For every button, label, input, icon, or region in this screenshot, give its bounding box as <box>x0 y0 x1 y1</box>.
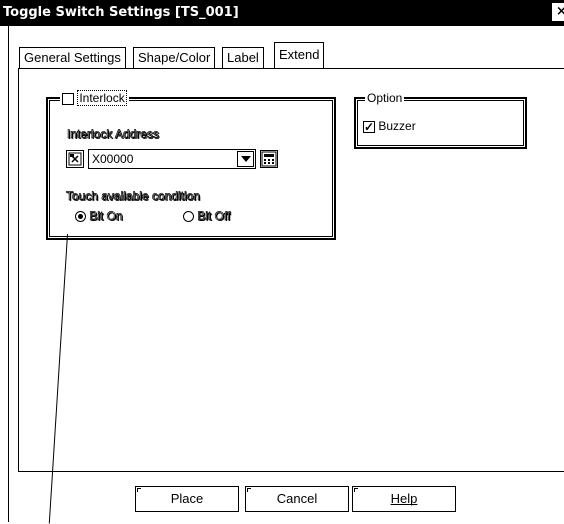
buzzer-label: Buzzer <box>378 119 416 133</box>
radio-bit-off[interactable]: Bit Off <box>183 209 231 224</box>
radio-bit-on-indicator[interactable] <box>75 211 86 223</box>
tab-label[interactable]: Label <box>222 47 264 68</box>
touch-condition-label: Touch available condition <box>66 189 201 204</box>
tab-extend[interactable]: Extend <box>274 42 325 69</box>
annotation-pointer-line <box>48 234 68 524</box>
cancel-button[interactable]: Cancel <box>245 486 349 512</box>
interlock-address-label: Interlock Address <box>67 127 160 142</box>
tab-panel-bottom-border <box>18 471 564 472</box>
help-button[interactable]: Help <box>352 486 456 512</box>
title-bar[interactable]: Toggle Switch Settings [TS_001] × <box>0 0 564 26</box>
radio-bit-on-label: Bit On <box>89 209 123 224</box>
interlock-address-combo[interactable]: X00000 <box>88 149 256 169</box>
buzzer-checkbox-container[interactable]: ✓ Buzzer <box>363 119 416 133</box>
radio-bit-on[interactable]: Bit On <box>75 209 123 223</box>
buzzer-checkbox[interactable]: ✓ <box>363 119 375 134</box>
close-button[interactable]: × <box>552 3 564 21</box>
interlock-checkbox-container[interactable]: Interlock <box>60 90 129 106</box>
window-title: Toggle Switch Settings [TS_001] <box>3 5 239 20</box>
interlock-checkbox-label: Interlock <box>77 90 127 106</box>
tab-panel-top-border <box>18 68 564 69</box>
tab-general-settings[interactable]: General Settings <box>19 47 126 68</box>
window-frame-left <box>8 26 9 522</box>
check-icon: ✓ <box>364 119 375 134</box>
place-button[interactable]: Place <box>135 486 239 512</box>
interlock-checkbox[interactable] <box>62 92 74 105</box>
keypad-icon[interactable] <box>260 150 278 168</box>
radio-bit-off-indicator[interactable] <box>183 211 194 223</box>
option-group-label: Option <box>365 91 405 105</box>
tab-shape-color[interactable]: Shape/Color <box>133 47 216 68</box>
chevron-down-icon[interactable] <box>237 151 254 167</box>
tab-panel-left-border <box>18 68 19 472</box>
interlock-address-value[interactable]: X00000 <box>92 152 133 166</box>
help-button-label: Help <box>390 491 418 506</box>
radio-bit-off-label: Bit Off <box>197 209 231 224</box>
device-address-icon[interactable] <box>66 150 84 168</box>
